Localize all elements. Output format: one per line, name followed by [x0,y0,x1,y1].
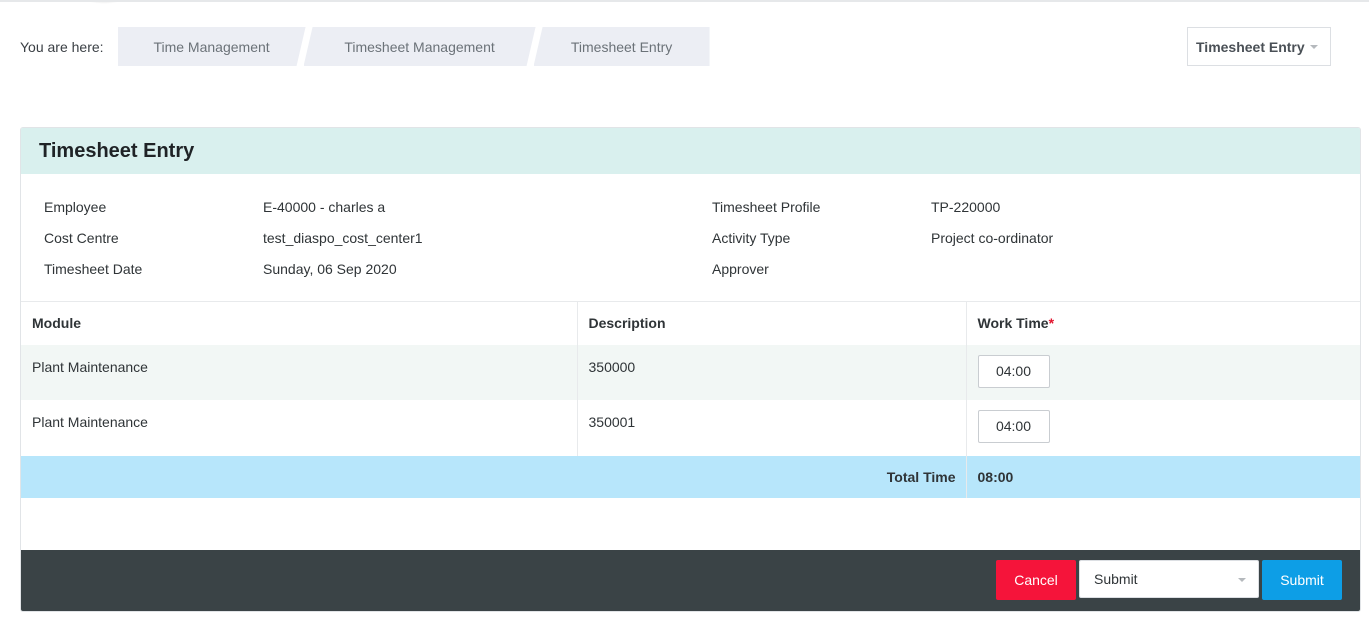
description-cell: 350000 [577,344,967,400]
column-header-module: Module [21,301,578,345]
cancel-button[interactable]: Cancel [996,560,1076,600]
timesheet-date-label: Timesheet Date [44,261,143,277]
total-time-label: Total Time [21,455,967,498]
table-row: Plant Maintenance 350001 [21,399,1360,456]
submit-button[interactable]: Submit [1262,560,1342,600]
module-cell: Plant Maintenance [21,344,578,400]
timesheet-date-value: Sunday, 06 Sep 2020 [263,261,397,277]
activity-type-label: Activity Type [712,230,791,246]
timesheet-table: Module Description Work Time* Plant Main… [21,301,1360,498]
top-divider [0,0,1369,2]
chevron-down-icon [1238,578,1246,582]
action-select-dropdown[interactable]: Submit [1079,560,1259,598]
cost-centre-value: test_diaspo_cost_center1 [263,230,423,246]
info-left-labels: Employee Cost Centre Timesheet Date [44,198,142,291]
work-time-cell [966,399,1360,456]
card-header: Timesheet Entry [21,128,1360,174]
chevron-down-icon [1310,45,1318,49]
module-cell: Plant Maintenance [21,399,578,456]
action-footer: Cancel Submit Submit [21,550,1360,611]
required-mark: * [1048,315,1055,332]
breadcrumb: You are here: Time Management Timesheet … [20,27,710,66]
info-left-values: E-40000 - charles a test_diaspo_cost_cen… [263,198,423,291]
info-right-labels: Timesheet Profile Activity Type Approver [712,198,820,291]
page-select-value: Timesheet Entry [1196,38,1305,55]
total-row: Total Time 08:00 [21,455,1360,498]
info-right-values: TP-220000 Project co-ordinator [931,198,1053,291]
approver-value [931,260,1053,291]
total-time-value: 08:00 [966,455,1360,498]
table-header-row: Module Description Work Time* [21,301,1360,345]
employee-label: Employee [44,199,107,215]
timesheet-profile-label: Timesheet Profile [712,199,821,215]
breadcrumb-item-timesheet-management[interactable]: Timesheet Management [304,27,536,66]
timesheet-profile-value: TP-220000 [931,199,1001,215]
breadcrumb-label: You are here: [20,38,104,55]
column-header-work-time: Work Time* [966,301,1360,345]
timesheet-entry-card: Timesheet Entry Employee Cost Centre Tim… [20,127,1361,612]
work-time-header-label: Work Time [977,315,1049,332]
action-select-value: Submit [1094,571,1138,587]
column-header-description: Description [577,301,967,345]
table-row: Plant Maintenance 350000 [21,344,1360,400]
work-time-cell [966,344,1360,400]
activity-type-value: Project co-ordinator [931,230,1054,246]
approver-label: Approver [712,261,769,277]
work-time-input[interactable] [977,354,1050,388]
breadcrumb-item-timesheet-entry[interactable]: Timesheet Entry [533,27,710,66]
cost-centre-label: Cost Centre [44,230,119,246]
work-time-input[interactable] [977,409,1050,443]
description-cell: 350001 [577,399,967,456]
page-select-dropdown[interactable]: Timesheet Entry [1187,27,1331,66]
employee-value: E-40000 - charles a [263,199,386,215]
breadcrumb-item-time-management[interactable]: Time Management [118,27,306,66]
card-title: Timesheet Entry [39,139,195,162]
